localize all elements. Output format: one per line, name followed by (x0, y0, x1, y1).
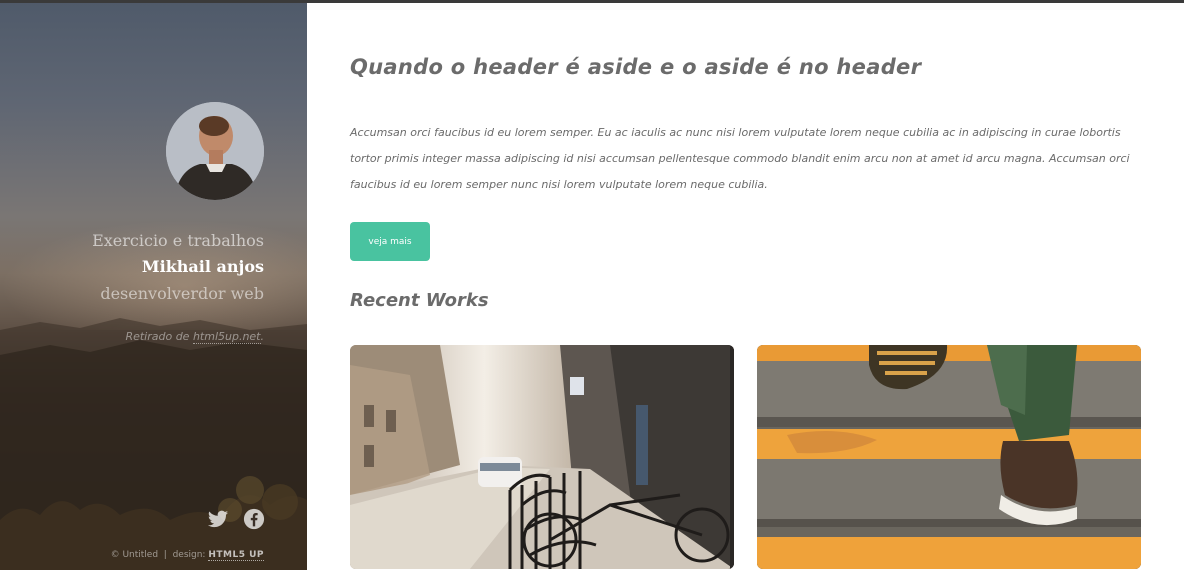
sidebar-subtitle: Exercicio e trabalhos (92, 231, 264, 250)
facebook-icon[interactable] (243, 508, 265, 530)
credit-suffix: . (260, 330, 265, 343)
profile-role: desenvolverdor web (100, 284, 264, 303)
see-more-button[interactable]: veja mais (350, 222, 430, 261)
sidebar: Exercicio e trabalhos Mikhail anjos dese… (0, 0, 307, 570)
avatar (166, 102, 264, 200)
work-thumbnail-street[interactable] (350, 345, 734, 569)
credit-line: Retirado de html5up.net. (125, 330, 265, 344)
sidebar-footer: © Untitled | design: HTML5 UP (110, 550, 264, 561)
profile-name: Mikhail anjos (141, 257, 264, 276)
credit-prefix: Retirado de (125, 330, 193, 343)
work-thumbnail-stairs[interactable] (757, 345, 1141, 569)
footer-design-label: design: (172, 550, 206, 560)
footer-copyright: © Untitled (110, 550, 159, 560)
page-headline: Quando o header é aside e o aside é no h… (350, 55, 922, 79)
window-top-border (0, 0, 1184, 3)
footer-design-link[interactable]: HTML5 UP (208, 550, 264, 561)
recent-works-title: Recent Works (350, 290, 489, 311)
credit-link[interactable]: html5up.net (192, 330, 261, 344)
main-content: Quando o header é aside e o aside é no h… (307, 3, 1184, 570)
footer-separator: | (163, 550, 167, 560)
twitter-icon[interactable] (207, 508, 229, 530)
intro-paragraph: Accumsan orci faucibus id eu lorem sempe… (350, 126, 1130, 191)
